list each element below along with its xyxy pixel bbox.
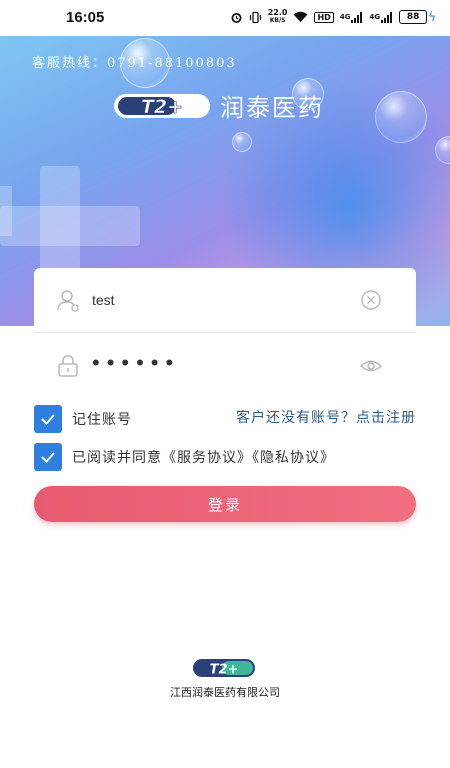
decorative-bubble (232, 132, 252, 152)
company-name: 江西润泰医药有限公司 (170, 686, 280, 699)
agreement-label[interactable]: 已阅读并同意《服务协议》《隐私协议》 (72, 447, 335, 467)
signal-icon-2: 4G (369, 11, 393, 23)
password-field[interactable]: •••••• (34, 334, 416, 398)
vibrate-icon (249, 11, 262, 24)
agreement-checkbox[interactable] (34, 443, 62, 471)
check-icon (41, 414, 55, 425)
charging-icon: ϟ (428, 10, 436, 24)
remember-account-checkbox[interactable] (34, 405, 62, 433)
remember-account-row[interactable]: 记住账号 (34, 405, 132, 433)
decorative-bubble (375, 91, 427, 143)
username-field[interactable]: test (34, 268, 416, 333)
status-icons: 22.0 KB/S HD 4G 4G 88 ϟ (230, 9, 436, 25)
status-bar: 16:05 22.0 KB/S HD 4G 4G 88 ϟ (0, 0, 450, 36)
status-time: 16:05 (66, 9, 105, 26)
clear-input-icon[interactable] (360, 289, 382, 311)
brand-name: 润泰医药 (220, 94, 324, 122)
battery-level: 88 (406, 12, 420, 22)
brand-logo-icon: T2+ (114, 93, 210, 118)
decorative-cross (0, 186, 12, 236)
footer-logo-mark: T2+ (210, 663, 239, 678)
check-icon (41, 452, 55, 463)
alarm-icon (230, 11, 243, 24)
network-speed-value: 22.0 (267, 8, 288, 17)
network-speed: 22.0 KB/S (268, 9, 288, 25)
user-icon (57, 290, 79, 312)
show-password-eye-icon[interactable] (360, 355, 382, 377)
username-value: test (92, 292, 115, 308)
password-value: •••••• (92, 350, 181, 375)
login-button[interactable]: 登录 (34, 486, 416, 522)
lock-icon (58, 355, 78, 377)
signal-icon-1: 4G (339, 11, 364, 23)
battery-icon: 88 ϟ (399, 10, 436, 24)
decorative-bubble (435, 136, 450, 164)
decorative-cross (0, 206, 140, 246)
brand-logo-mark: T2+ (141, 96, 183, 118)
network-speed-unit: KB/S (269, 17, 286, 24)
footer-logo-icon: T2+ (193, 659, 255, 678)
remember-account-label: 记住账号 (72, 412, 132, 428)
register-link[interactable]: 客户还没有账号？点击注册 (236, 407, 416, 427)
signal-1-label: 4G (339, 13, 351, 21)
customer-hotline: 客服热线：0791-88100803 (32, 56, 237, 71)
login-form: test •••••• (34, 268, 416, 398)
signal-2-label: 4G (369, 13, 381, 21)
brand-logo: T2+ 润泰医药 (112, 88, 324, 123)
agreement-row[interactable]: 已阅读并同意《服务协议》《隐私协议》 (34, 443, 335, 471)
hd-badge: HD (314, 11, 334, 23)
wifi-icon (293, 11, 308, 23)
